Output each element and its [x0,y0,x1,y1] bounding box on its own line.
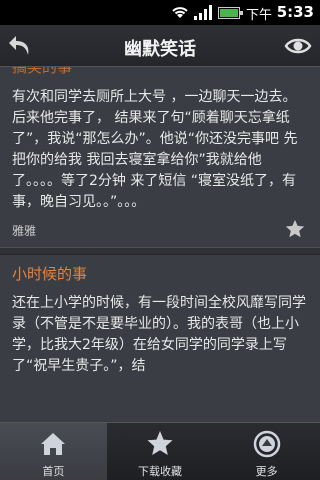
more-icon [253,430,280,458]
joke-title: 搞笑的事 [12,67,73,76]
page-title: 幽默笑话 [124,39,196,60]
divider [0,247,320,255]
eye-icon[interactable] [284,33,312,59]
card-footer: 雅雅 [0,213,320,247]
home-icon [41,433,66,455]
status-period: 下午 [245,8,272,23]
joke-text: 有次和同学去厕所上大号 ，一边聊天一边去。后来他完事了， 结果来了句“顾着聊天忘… [12,89,298,210]
joke-list[interactable]: 搞笑的事 有次和同学去厕所上大号 ，一边聊天一边去。后来他完事了， 结果来了句“… [0,67,320,422]
list-item[interactable]: 搞笑的事 有次和同学去厕所上大号 ，一边聊天一边去。后来他完事了， 结果来了句“… [0,67,320,213]
status-time: 5:33 [276,3,314,21]
list-item[interactable]: 小时候的事 还在上小学的时候，有一段时间全校风靡写同学录（不管是不是要毕业的）。… [0,255,320,377]
nav-favorites-label: 下载收藏 [138,465,182,478]
status-bar: 下午 5:33 [0,0,320,25]
battery-icon [218,7,243,19]
bottom-nav: 首页 下载收藏 更多 [0,422,320,480]
nav-home-label: 首页 [42,465,65,478]
joke-author: 雅雅 [12,224,37,238]
signal-icon [194,5,212,20]
joke-title: 小时候的事 [12,265,88,283]
joke-text: 还在上小学的时候，有一段时间全校风靡写同学录（不管是不是要毕业的）。我的表哥（也… [12,295,306,374]
nav-more-label: 更多 [255,465,278,478]
wifi-icon [172,7,188,18]
title-bar: 幽默笑话 [0,25,320,67]
nav-favorites[interactable]: 下载收藏 [107,423,214,480]
star-icon[interactable] [284,218,306,240]
nav-more[interactable]: 更多 [213,423,320,480]
star-icon [147,431,173,455]
nav-home[interactable]: 首页 [0,423,107,480]
